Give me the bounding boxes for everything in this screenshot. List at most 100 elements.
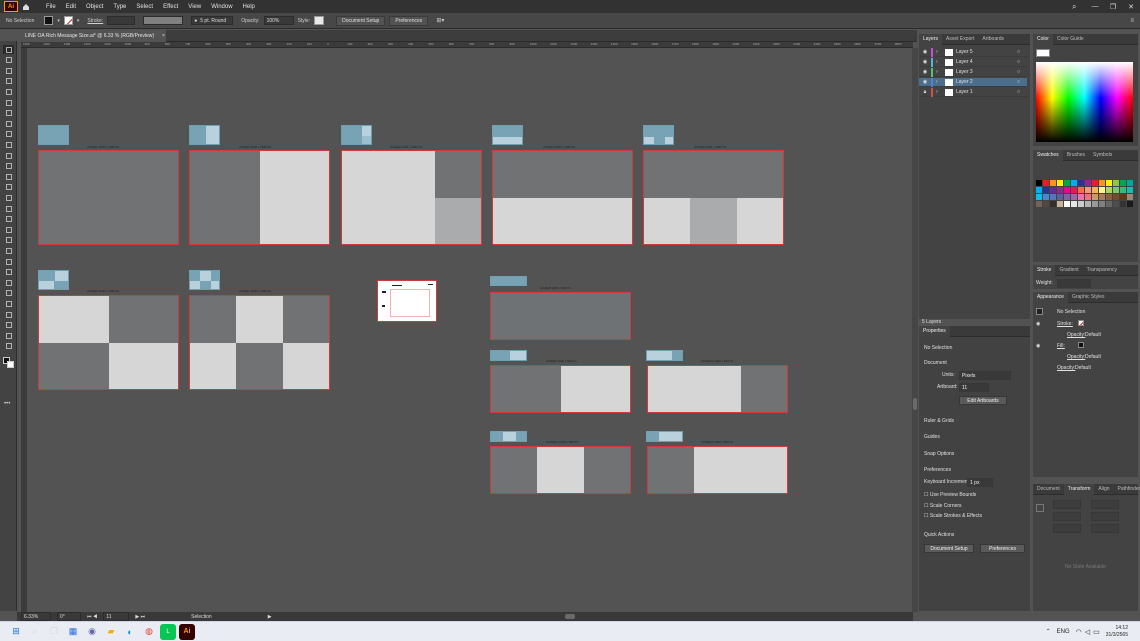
- restore-icon[interactable]: ❐: [1104, 3, 1122, 11]
- stroke-row-label[interactable]: Stroke:: [1057, 321, 1073, 327]
- symbol-sprayer-tool-icon[interactable]: [3, 289, 14, 298]
- lasso-tool-icon[interactable]: [3, 77, 14, 86]
- eye-icon[interactable]: ◉: [1036, 343, 1040, 349]
- artboard-thumbnail[interactable]: [490, 350, 527, 361]
- swatch[interactable]: [1064, 194, 1070, 200]
- swatch[interactable]: [1085, 180, 1091, 186]
- swatch[interactable]: [1036, 187, 1042, 193]
- use-preview-bounds-checkbox[interactable]: ☐ Use Preview Bounds: [924, 492, 976, 498]
- swatch[interactable]: [1078, 194, 1084, 200]
- expand-arrow-icon[interactable]: ›: [936, 79, 942, 85]
- search-icon[interactable]: ⌕: [1072, 2, 1086, 12]
- hand-tool-icon[interactable]: [3, 331, 14, 340]
- tray-chevron-icon[interactable]: ⌃: [1046, 628, 1051, 635]
- swatch[interactable]: [1099, 187, 1105, 193]
- artboard-thumbnail[interactable]: [189, 270, 220, 290]
- minimize-icon[interactable]: —: [1086, 3, 1104, 10]
- brush-definition[interactable]: ● 5 pt. Round: [191, 16, 234, 25]
- line-tool-icon[interactable]: [3, 119, 14, 128]
- fill-stroke-indicator[interactable]: [1036, 49, 1050, 57]
- artboard-thumbnail[interactable]: [646, 431, 683, 442]
- tab-swatches[interactable]: Swatches: [1033, 149, 1063, 161]
- swatch[interactable]: [1127, 180, 1133, 186]
- target-icon[interactable]: ○: [1017, 49, 1027, 55]
- artboard-navigator[interactable]: 11: [103, 612, 130, 621]
- preferences-button[interactable]: Preferences: [389, 15, 429, 26]
- fill-black-swatch[interactable]: [1078, 342, 1084, 348]
- menu-object[interactable]: Object: [81, 4, 108, 10]
- tab-graphic-styles[interactable]: Graphic Styles: [1068, 292, 1109, 303]
- chevron-down-icon[interactable]: ▾: [77, 18, 80, 24]
- rotate-tool-icon[interactable]: [3, 183, 14, 192]
- pen-tool-icon[interactable]: [3, 87, 14, 96]
- menu-window[interactable]: Window: [206, 4, 237, 10]
- free-transform-tool-icon[interactable]: [3, 215, 14, 224]
- rectangle-tool-icon[interactable]: [3, 130, 14, 139]
- direct-selection-tool-icon[interactable]: [3, 56, 14, 65]
- target-icon[interactable]: ○: [1017, 89, 1027, 95]
- eye-icon[interactable]: ◉: [919, 79, 931, 85]
- artboard-4[interactable]: [492, 150, 633, 245]
- tab-align[interactable]: Align: [1094, 484, 1113, 495]
- slice-tool-icon[interactable]: [3, 321, 14, 330]
- tab-artboards[interactable]: Artboards: [978, 34, 1008, 45]
- swatch[interactable]: [1071, 180, 1077, 186]
- document-setup-button[interactable]: Document Setup: [336, 15, 386, 26]
- widgets-icon[interactable]: ▦: [65, 624, 81, 640]
- color-spectrum[interactable]: [1036, 62, 1133, 142]
- swatch[interactable]: [1036, 194, 1042, 200]
- expand-arrow-icon[interactable]: ›: [936, 59, 942, 65]
- zoom-tool-icon[interactable]: [3, 342, 14, 351]
- layer-row[interactable]: ◉ › Layer 5 ○: [919, 47, 1027, 57]
- vertical-scrollbar[interactable]: [912, 48, 918, 612]
- expand-arrow-icon[interactable]: ›: [936, 89, 942, 95]
- swatch[interactable]: [1071, 187, 1077, 193]
- weight-field[interactable]: [1057, 279, 1091, 288]
- paintbrush-tool-icon[interactable]: [3, 140, 14, 149]
- swatch[interactable]: [1050, 180, 1056, 186]
- swatch[interactable]: [1050, 187, 1056, 193]
- close-tab-icon[interactable]: ×: [162, 33, 165, 39]
- clock[interactable]: 14:12 31/3/2565: [1106, 625, 1128, 639]
- file-explorer-icon[interactable]: ▰: [103, 624, 119, 640]
- shaper-tool-icon[interactable]: [3, 151, 14, 160]
- zoom-field[interactable]: 6.33%: [21, 612, 51, 621]
- artboard-thumbnail[interactable]: [38, 270, 69, 290]
- variable-width-field[interactable]: [143, 16, 184, 25]
- y-field[interactable]: [1053, 512, 1081, 521]
- swatch[interactable]: [1064, 201, 1070, 207]
- menu-type[interactable]: Type: [108, 4, 131, 10]
- edge-icon[interactable]: ◐: [122, 624, 138, 640]
- tab-brushes[interactable]: Brushes: [1063, 150, 1089, 161]
- panel-options-icon[interactable]: ≡: [1130, 18, 1134, 24]
- artboard-7[interactable]: [189, 295, 330, 390]
- expand-arrow-icon[interactable]: ›: [936, 69, 942, 75]
- h-field[interactable]: [1091, 512, 1119, 521]
- swatch[interactable]: [1071, 194, 1077, 200]
- artboard-thumbnail[interactable]: [643, 125, 674, 145]
- swatch[interactable]: [1036, 180, 1042, 186]
- wifi-icon[interactable]: ◠: [1076, 628, 1082, 636]
- swatch[interactable]: [1050, 201, 1056, 207]
- close-window-icon[interactable]: ✕: [1122, 3, 1140, 11]
- layer-name[interactable]: Layer 4: [956, 59, 1017, 65]
- prev-artboard-icon[interactable]: ⏮ ◀: [87, 614, 97, 620]
- artboard-thumbnail[interactable]: [341, 125, 372, 145]
- swatch[interactable]: [1120, 180, 1126, 186]
- expand-arrow-icon[interactable]: ›: [936, 49, 942, 55]
- artboard-5[interactable]: [643, 150, 784, 245]
- layer-name[interactable]: Layer 2: [956, 79, 1017, 85]
- fill-opacity-label[interactable]: Opacity:: [1067, 354, 1085, 360]
- horizontal-scrollbar[interactable]: [565, 614, 575, 619]
- swatch[interactable]: [1127, 187, 1133, 193]
- tab-symbols[interactable]: Symbols: [1089, 150, 1116, 161]
- menu-help[interactable]: Help: [238, 4, 260, 10]
- document-tab[interactable]: LINE OA Rich Message Size.ai* @ 6.33 % (…: [21, 30, 166, 42]
- windows-start-icon[interactable]: ⊞: [8, 624, 24, 640]
- angle-field[interactable]: [1053, 524, 1081, 533]
- artboard-tool-icon[interactable]: [3, 310, 14, 319]
- swatch[interactable]: [1099, 180, 1105, 186]
- artboard-1[interactable]: [38, 150, 179, 245]
- tab-stroke[interactable]: Stroke: [1033, 264, 1056, 276]
- swatch[interactable]: [1127, 194, 1133, 200]
